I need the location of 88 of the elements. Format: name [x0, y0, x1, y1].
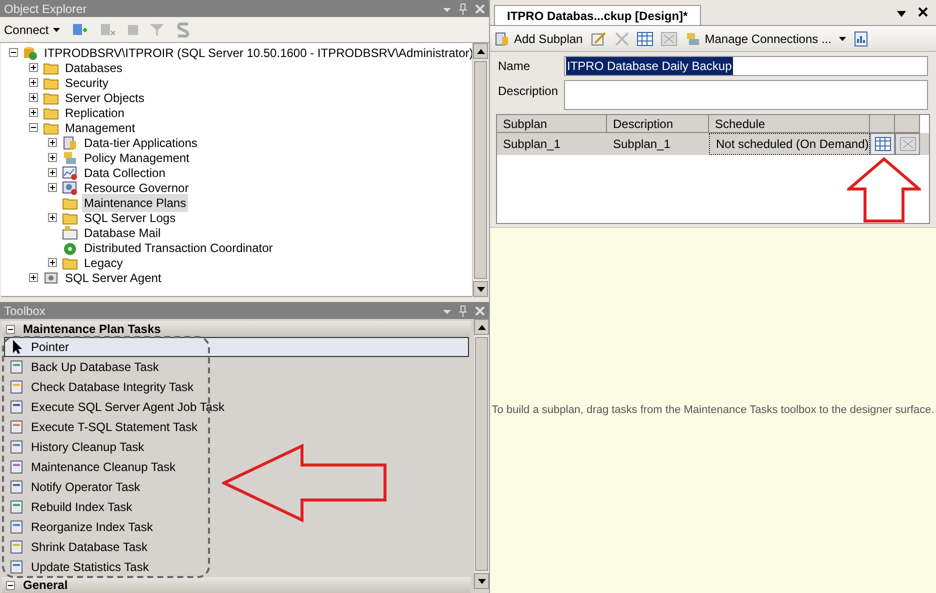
tree-item[interactable]: Maintenance Plans	[82, 194, 188, 212]
task-icon	[9, 379, 25, 395]
database-server-icon	[22, 44, 38, 61]
collapse-icon[interactable]	[6, 324, 15, 334]
dropdown-icon[interactable]	[897, 11, 906, 17]
expand-icon[interactable]	[29, 273, 38, 282]
document-tab[interactable]: ITPRO Databas...ckup [Design]*	[494, 5, 701, 25]
toolbox-item[interactable]: Execute SQL Server Agent Job Task	[4, 397, 469, 417]
scroll-down-icon[interactable]	[476, 286, 484, 292]
policy-icon	[62, 150, 78, 166]
expand-icon[interactable]	[48, 153, 57, 162]
mail-icon	[62, 224, 78, 241]
expand-icon[interactable]	[29, 78, 38, 88]
caret-icon[interactable]	[839, 36, 846, 40]
toolbox-item[interactable]: Execute T-SQL Statement Task	[4, 417, 469, 437]
collapse-icon[interactable]	[9, 48, 18, 58]
pin-icon[interactable]	[459, 2, 467, 14]
task-icon	[9, 499, 25, 515]
column-header[interactable]: Description	[607, 115, 709, 133]
designer-hint: To build a subplan, drag tasks from the Maintenance Tasks toolbox to the designer surface.	[492, 403, 934, 418]
calendar-remove-icon	[900, 137, 916, 151]
toolbox-item[interactable]: Maintenance Cleanup Task	[4, 457, 469, 477]
table-cell-text: Subplan_1	[612, 136, 672, 153]
task-icon	[9, 519, 25, 535]
governor-icon	[62, 180, 78, 196]
collapse-icon[interactable]	[29, 123, 38, 132]
toolbox-item[interactable]: Notify Operator Task	[4, 477, 469, 497]
toolbox-item[interactable]: Back Up Database Task	[4, 357, 469, 377]
scroll-down-icon[interactable]	[478, 578, 486, 584]
connect-server-icon[interactable]	[72, 22, 88, 38]
calendar-icon	[874, 137, 890, 151]
connect-button[interactable]: Connect	[4, 20, 60, 39]
pane-title: Object Explorer	[4, 0, 88, 18]
toolbox-section-header[interactable]: General	[2, 577, 471, 593]
pane-title: Toolbox	[4, 302, 46, 320]
expand-icon[interactable]	[29, 63, 38, 72]
task-icon	[9, 539, 25, 555]
task-icon	[9, 439, 25, 455]
add-subplan-button[interactable]: Add Subplan	[494, 30, 583, 48]
expand-icon[interactable]	[29, 108, 38, 118]
description-field[interactable]	[564, 80, 928, 110]
task-icon	[9, 459, 25, 475]
report-icon[interactable]	[854, 30, 868, 46]
toolbox-section-header[interactable]: Maintenance Plan Tasks	[2, 321, 471, 337]
task-icon	[9, 419, 25, 435]
toolbox-item[interactable]: Check Database Integrity Task	[4, 377, 469, 397]
toolbox-item[interactable]: History Cleanup Task	[4, 437, 469, 457]
caret-icon	[52, 28, 60, 32]
scroll-up-icon[interactable]	[478, 324, 486, 330]
scrollbar[interactable]	[472, 43, 488, 298]
section-label: Maintenance Plan Tasks	[23, 321, 161, 338]
expand-icon[interactable]	[48, 213, 57, 222]
toolbox-item[interactable]: Rebuild Index Task	[4, 497, 469, 517]
toolbox-item[interactable]: Shrink Database Task	[4, 537, 469, 557]
remove-schedule-button[interactable]	[895, 133, 920, 155]
toolbox-item[interactable]: Update Statistics Task	[4, 557, 469, 577]
scrollbar[interactable]	[473, 319, 489, 589]
name-label: Name	[498, 58, 532, 75]
expand-icon[interactable]	[48, 168, 57, 178]
task-icon	[9, 359, 25, 375]
description-label: Description	[498, 83, 556, 100]
expand-icon[interactable]	[29, 93, 38, 102]
schedule-button[interactable]	[870, 133, 895, 155]
expand-icon[interactable]	[48, 258, 57, 268]
close-icon[interactable]	[918, 7, 928, 17]
manage-connections-button[interactable]: Manage Connections ...	[684, 30, 832, 48]
chart-icon	[62, 164, 78, 181]
column-header[interactable]: Schedule	[709, 115, 870, 133]
expand-icon[interactable]	[48, 183, 57, 192]
collapse-icon[interactable]	[6, 580, 15, 590]
edit-icon[interactable]	[590, 30, 607, 46]
scroll-up-icon[interactable]	[476, 48, 484, 54]
application-icon	[62, 134, 78, 151]
section-label: General	[23, 577, 68, 593]
name-field[interactable]: ITPRO Database Daily Backup	[564, 56, 928, 76]
calendar-icon[interactable]	[636, 32, 653, 46]
pin-icon[interactable]	[459, 304, 467, 316]
toolbox-item[interactable]: Reorganize Index Task	[4, 517, 469, 537]
policy-icon	[684, 30, 701, 46]
expand-icon[interactable]	[48, 138, 57, 148]
agent-icon	[43, 270, 59, 286]
toolbox-item[interactable]: Pointer	[4, 337, 469, 357]
task-icon	[9, 559, 25, 575]
column-header[interactable]: Subplan	[497, 115, 607, 133]
task-icon	[9, 479, 25, 495]
task-icon	[9, 399, 25, 415]
table-cell-text: Subplan_1	[502, 136, 562, 153]
application-icon	[494, 30, 510, 46]
